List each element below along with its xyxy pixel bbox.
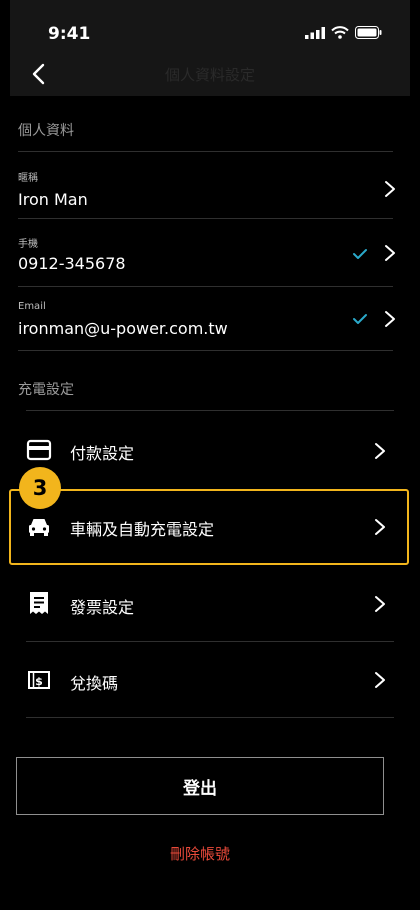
verified-check-icon xyxy=(353,249,367,259)
status-bar: 9:41 xyxy=(10,0,410,52)
menu-item-label: 發票設定 xyxy=(70,598,135,617)
divider xyxy=(18,286,393,287)
section-title-charging: 充電設定 xyxy=(18,382,74,398)
field-label: 手機 xyxy=(18,239,38,250)
menu-item-invoice[interactable]: 發票設定 xyxy=(0,566,420,642)
divider xyxy=(26,717,394,718)
status-icons xyxy=(305,26,382,39)
divider xyxy=(18,350,393,351)
section-title-personal: 個人資料 xyxy=(18,123,74,139)
battery-icon xyxy=(355,26,382,39)
field-value: Iron Man xyxy=(18,190,88,209)
receipt-icon xyxy=(30,592,48,614)
field-label: Email xyxy=(18,301,46,312)
chevron-right-icon xyxy=(375,596,385,612)
svg-text:$: $ xyxy=(35,675,43,688)
menu-item-label: 兌換碼 xyxy=(70,674,119,693)
verified-check-icon xyxy=(353,314,367,324)
field-value: ironman@u-power.com.tw xyxy=(18,319,228,338)
chevron-right-icon xyxy=(385,181,395,197)
divider xyxy=(18,218,393,219)
chevron-right-icon xyxy=(375,672,385,688)
voucher-icon: $ xyxy=(28,671,50,689)
field-row-nickname[interactable]: 暱稱 Iron Man xyxy=(0,158,420,218)
chevron-right-icon xyxy=(375,443,385,459)
delete-account-link[interactable]: 刪除帳號 xyxy=(0,843,400,864)
chevron-right-icon xyxy=(385,311,395,327)
menu-item-redeem-code[interactable]: $ 兌換碼 xyxy=(0,642,420,718)
nav-bar: 個人資料設定 xyxy=(10,52,410,96)
signal-icon xyxy=(305,26,325,39)
wifi-icon xyxy=(331,26,349,39)
credit-card-icon xyxy=(26,439,52,461)
divider xyxy=(18,151,393,152)
chevron-right-icon xyxy=(385,245,395,261)
field-row-phone[interactable]: 手機 0912-345678 xyxy=(0,226,420,286)
field-value: 0912-345678 xyxy=(18,254,126,273)
menu-item-payment[interactable]: 付款設定 xyxy=(0,412,420,488)
divider xyxy=(26,410,394,411)
menu-item-label: 付款設定 xyxy=(70,444,135,463)
status-time: 9:41 xyxy=(48,24,91,44)
page-title: 個人資料設定 xyxy=(164,66,255,84)
field-row-email[interactable]: Email ironman@u-power.com.tw xyxy=(0,293,420,353)
step-number-badge: 3 xyxy=(19,467,61,509)
step-highlight-box xyxy=(9,489,409,565)
logout-button[interactable]: 登出 xyxy=(16,757,384,815)
field-label: 暱稱 xyxy=(18,173,38,184)
